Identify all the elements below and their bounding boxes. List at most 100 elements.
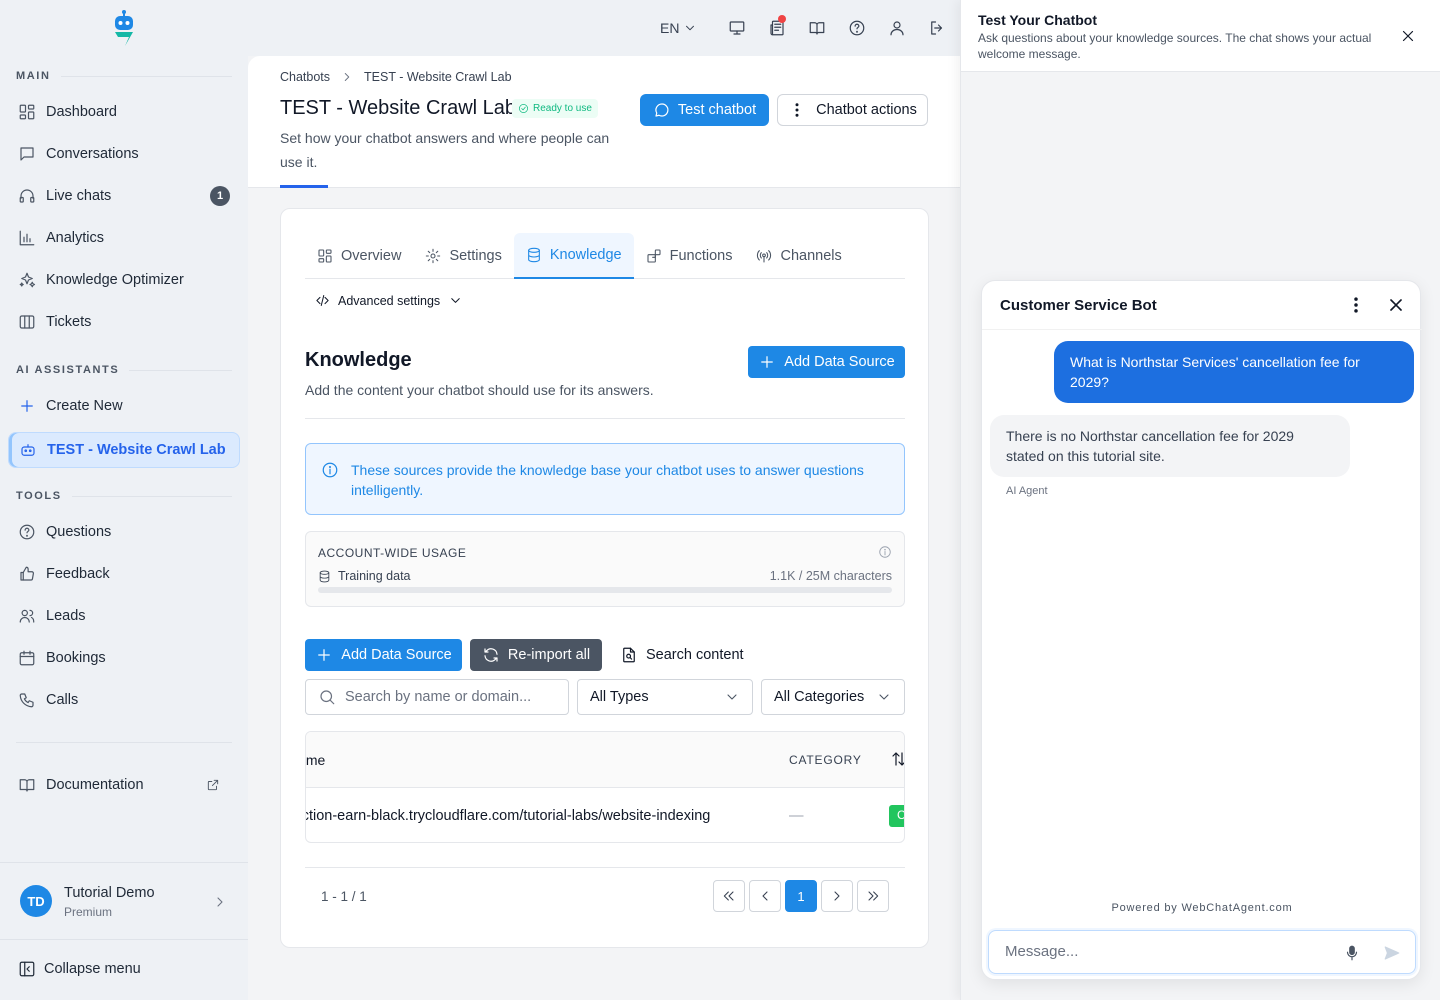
- divider: [16, 742, 232, 743]
- column-header-label: Name: [305, 752, 326, 768]
- monitor-icon: [730, 21, 745, 35]
- docs-button[interactable]: [797, 19, 837, 37]
- sidebar-item-knowledge-optimizer[interactable]: Knowledge Optimizer: [8, 262, 240, 298]
- sidebar-item-documentation[interactable]: Documentation: [8, 767, 240, 803]
- panel-title: Test Your Chatbot: [978, 12, 1097, 28]
- language-selector[interactable]: EN: [660, 20, 697, 36]
- tab-label: Settings: [449, 248, 502, 264]
- chat-close-button[interactable]: [1386, 295, 1406, 315]
- sort-button[interactable]: [890, 750, 904, 768]
- sidebar-item-conversations[interactable]: Conversations: [8, 136, 240, 172]
- add-data-source-button-secondary[interactable]: Add Data Source: [305, 639, 462, 671]
- info-icon: [322, 462, 338, 478]
- user-message: What is Northstar Services' cancellation…: [1054, 341, 1414, 403]
- user-plan: Premium: [64, 905, 113, 919]
- user-menu[interactable]: TD Tutorial Demo Premium: [0, 864, 248, 939]
- microphone-button[interactable]: [1343, 944, 1361, 962]
- info-banner: These sources provide the knowledge base…: [305, 443, 905, 515]
- advanced-settings-toggle[interactable]: Advanced settings: [315, 293, 463, 308]
- search-input[interactable]: [345, 689, 565, 705]
- sidebar-item-bookings[interactable]: Bookings: [8, 640, 240, 676]
- column-header-category[interactable]: CATEGORY: [789, 753, 862, 767]
- breadcrumb-chatbots[interactable]: Chatbots: [280, 70, 330, 84]
- tab-label: Functions: [669, 248, 733, 264]
- chevron-right-icon: [217, 897, 223, 907]
- avatar: TD: [20, 885, 52, 917]
- sidebar-item-label: Bookings: [46, 650, 106, 666]
- sidebar-item-feedback[interactable]: Feedback: [8, 556, 240, 592]
- thumbs-up-icon: [20, 566, 34, 581]
- add-data-source-label: Add Data Source: [341, 647, 452, 663]
- powered-by[interactable]: Powered by WebChatAgent.com: [982, 902, 1422, 914]
- divider: [0, 862, 248, 863]
- add-data-source-button[interactable]: Add Data Source: [748, 346, 905, 378]
- sidebar-item-questions[interactable]: Questions: [8, 514, 240, 550]
- search-content-button[interactable]: Search content: [620, 639, 744, 671]
- logout-button[interactable]: [917, 19, 957, 37]
- message-input[interactable]: [1005, 943, 1325, 960]
- help-button[interactable]: [837, 19, 877, 37]
- news-button[interactable]: [757, 15, 797, 37]
- user-name: Tutorial Demo: [64, 885, 155, 901]
- section-ai-assistants: AI ASSISTANTS: [16, 364, 232, 376]
- usage-info-button[interactable]: [878, 545, 892, 559]
- chat-menu-button[interactable]: [1346, 295, 1366, 315]
- page-button-current[interactable]: 1: [785, 880, 817, 912]
- first-page-button[interactable]: [713, 880, 745, 912]
- collapse-menu-label: Collapse menu: [44, 961, 141, 977]
- logout-icon: [931, 21, 943, 35]
- sidebar-item-analytics[interactable]: Analytics: [8, 220, 240, 256]
- phone-icon: [19, 693, 34, 708]
- tab-knowledge[interactable]: Knowledge: [513, 233, 634, 279]
- last-page-button[interactable]: [857, 880, 889, 912]
- column-header-name[interactable]: Name: [306, 752, 325, 768]
- tab-functions[interactable]: Functions: [634, 233, 745, 279]
- sidebar-item-leads[interactable]: Leads: [8, 598, 240, 634]
- panel-close-button[interactable]: [1399, 27, 1417, 45]
- sidebar-item-tickets[interactable]: Tickets: [8, 304, 240, 340]
- main-content: Chatbots TEST - Website Crawl Lab TEST -…: [248, 56, 960, 1000]
- section-description: Add the content your chatbot should use …: [305, 382, 654, 398]
- search-icon: [320, 690, 335, 705]
- table-row[interactable]: https://reflection-earn-black.trycloudfl…: [306, 788, 904, 842]
- calendar-icon: [19, 650, 35, 666]
- monitor-button[interactable]: [717, 19, 757, 37]
- next-page-button[interactable]: [821, 880, 853, 912]
- chatbot-actions-button[interactable]: Chatbot actions: [777, 94, 928, 126]
- usage-label: Training data: [318, 569, 411, 583]
- type-filter-select[interactable]: All Types: [577, 679, 753, 715]
- tab-label: Channels: [780, 248, 842, 264]
- check-circle-icon: [519, 104, 528, 113]
- collapse-icon: [19, 961, 35, 977]
- collapse-menu-button[interactable]: Collapse menu: [18, 960, 141, 978]
- chat-title: Customer Service Bot: [1000, 297, 1157, 314]
- reimport-all-button[interactable]: Re-import all: [470, 639, 602, 671]
- profile-button[interactable]: [877, 19, 917, 37]
- tab-overview[interactable]: Overview: [305, 233, 413, 279]
- sidebar-item-create-new[interactable]: Create New: [8, 388, 240, 424]
- send-button[interactable]: [1383, 944, 1401, 962]
- test-chatbot-panel: Test Your Chatbot Ask questions about yo…: [960, 0, 1440, 1000]
- tab-label: Knowledge: [549, 247, 622, 263]
- test-chatbot-button[interactable]: Test chatbot: [640, 94, 769, 126]
- more-vertical-icon: [1354, 297, 1358, 313]
- chevron-down-icon: [727, 694, 737, 700]
- sidebar-item-calls[interactable]: Calls: [8, 682, 240, 718]
- sidebar-item-label: Knowledge Optimizer: [46, 272, 184, 288]
- tab-channels[interactable]: Channels: [744, 233, 853, 279]
- category-filter-select[interactable]: All Categories: [761, 679, 905, 715]
- logo-icon[interactable]: [110, 10, 138, 48]
- search-content-label: Search content: [646, 647, 744, 663]
- sidebar-item-test-website-crawl-lab[interactable]: TEST - Website Crawl Lab: [8, 432, 240, 468]
- dashboard-icon: [19, 104, 35, 120]
- table-header: Name CATEGORY: [306, 732, 904, 788]
- tab-settings[interactable]: Settings: [413, 233, 513, 279]
- type-filter-value: All Types: [590, 689, 649, 705]
- search-field[interactable]: [305, 679, 569, 715]
- breadcrumb: Chatbots TEST - Website Crawl Lab: [280, 70, 512, 84]
- sidebar-item-dashboard[interactable]: Dashboard: [8, 94, 240, 130]
- prev-page-button[interactable]: [749, 880, 781, 912]
- user-icon: [890, 21, 905, 36]
- sidebar-item-live-chats[interactable]: Live chats 1: [8, 178, 240, 214]
- sort-icon: [892, 752, 904, 766]
